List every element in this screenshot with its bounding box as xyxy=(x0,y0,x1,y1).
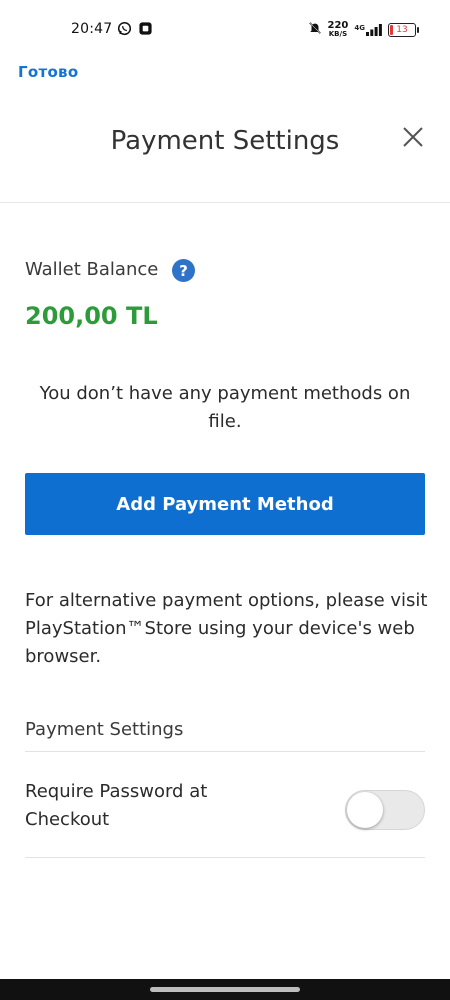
divider xyxy=(25,857,425,858)
page-title: Payment Settings xyxy=(110,126,340,156)
toggle-knob xyxy=(347,792,383,828)
no-payment-methods-message: You don’t have any payment methods on fi… xyxy=(39,383,411,432)
divider xyxy=(25,751,425,752)
whatsapp-icon xyxy=(117,21,132,40)
status-right: 220 KB/S 4G 13 xyxy=(308,20,419,39)
alternative-payment-text: For alternative payment options, please … xyxy=(25,590,428,667)
close-icon xyxy=(401,125,425,153)
require-password-label: Require Password at Checkout xyxy=(25,781,208,830)
status-time: 20:47 xyxy=(71,21,113,37)
app-icon xyxy=(138,21,153,40)
home-indicator[interactable] xyxy=(150,987,300,992)
mute-icon xyxy=(308,20,322,39)
wallet-balance-amount: 200,00 TL xyxy=(25,302,158,330)
system-navigation-bar xyxy=(0,979,450,1000)
done-link[interactable]: Готово xyxy=(18,63,78,81)
battery-icon: 13 xyxy=(388,22,419,37)
wallet-balance-label: Wallet Balance xyxy=(25,259,159,280)
network-type: 4G xyxy=(354,23,365,32)
help-icon[interactable]: ? xyxy=(172,259,195,282)
status-left-icons xyxy=(117,21,153,40)
payment-settings-heading: Payment Settings xyxy=(25,719,184,740)
close-button[interactable] xyxy=(396,122,430,156)
net-speed-unit: KB/S xyxy=(328,30,348,38)
status-bar: 20:47 220 KB/S 4G 13 xyxy=(0,0,450,60)
net-speed: 220 KB/S xyxy=(328,21,349,38)
signal-icon: 4G xyxy=(354,23,382,36)
battery-level: 13 xyxy=(396,24,408,35)
require-password-toggle[interactable] xyxy=(345,790,425,830)
add-payment-method-button[interactable]: Add Payment Method xyxy=(25,473,425,535)
header: Payment Settings xyxy=(0,110,450,203)
